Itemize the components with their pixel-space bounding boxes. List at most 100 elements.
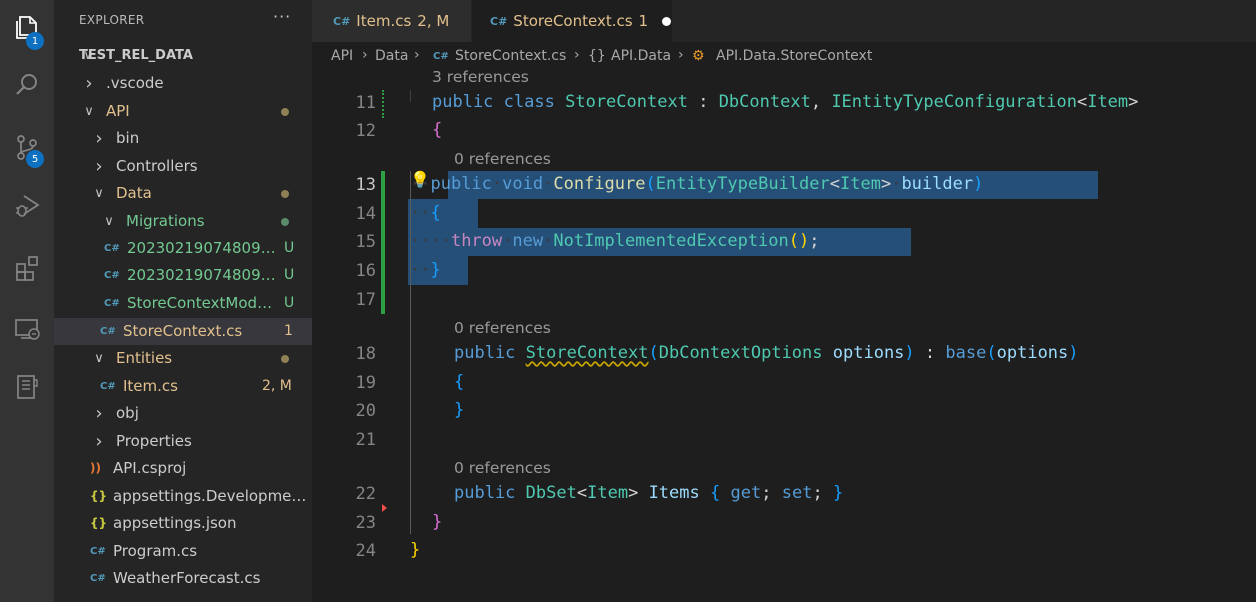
git-status-badge: U (284, 267, 295, 283)
chevron-right-icon: › (574, 47, 580, 63)
chevron-right-icon: › (362, 47, 368, 63)
chevron-right-icon[interactable]: › (92, 125, 106, 152)
chevron-down-icon[interactable]: ∨ (102, 208, 116, 235)
breadcrumb-namespace[interactable]: API.Data (611, 48, 671, 64)
tree-item[interactable]: C# WeatherForecast.cs (54, 565, 312, 592)
code-lens-references[interactable]: 0 references (454, 319, 551, 337)
chevron-down-icon[interactable]: ∨ (92, 180, 106, 207)
tree-item-label: Controllers (116, 157, 198, 175)
tree-item[interactable]: ∨ Migrations (54, 208, 312, 235)
tab-item-cs[interactable]: C# Item.cs 2, M (312, 0, 471, 42)
tree-item[interactable]: C# 20230219074809_I... U (54, 235, 312, 262)
remote-explorer-icon (12, 314, 42, 348)
run-debug-button[interactable] (0, 180, 54, 234)
tree-item[interactable]: ∨ Data (54, 180, 312, 207)
tree-item-label: Entities (116, 349, 173, 367)
tree-item-label: .vscode (106, 74, 164, 92)
breadcrumb-data[interactable]: Data (375, 48, 408, 64)
line-number: 21 (355, 430, 376, 450)
csharp-file-icon: C# (104, 270, 120, 281)
namespace-icon: {} (588, 48, 606, 64)
notebook-button[interactable] (0, 362, 54, 416)
git-status-dot-icon (281, 355, 289, 363)
tree-item[interactable]: › obj (54, 400, 312, 427)
csharp-file-icon: C# (100, 381, 116, 392)
code-editor[interactable]: 3 references 0 references 0 references 0… (312, 70, 1256, 602)
search-button[interactable] (0, 60, 54, 114)
tree-item[interactable]: › .vscode (54, 70, 312, 97)
csharp-file-icon: C# (490, 14, 508, 28)
chevron-down-icon[interactable]: ∨ (82, 98, 96, 125)
tree-item[interactable]: C# Item.cs 2, M (54, 373, 312, 400)
breadcrumb-class[interactable]: API.Data.StoreContext (716, 48, 872, 64)
git-status-badge: 1 (284, 323, 293, 339)
unsaved-dot-icon[interactable] (662, 16, 672, 26)
tree-item[interactable]: {} appsettings.Development.j... (54, 483, 312, 510)
tab-status: 2, M (417, 12, 450, 30)
tree-item[interactable]: C# StoreContext.cs 1 (54, 318, 312, 345)
tree-item-label: bin (116, 129, 140, 147)
code-line-14: ··{ (410, 203, 441, 223)
chevron-right-icon: › (414, 47, 420, 63)
tab-storecontext-cs[interactable]: C# StoreContext.cs 1 (472, 0, 672, 42)
tree-item-label: StoreContext.cs (123, 322, 243, 340)
tree-item[interactable]: C# Program.cs (54, 538, 312, 565)
extensions-button[interactable] (0, 243, 54, 297)
indent-guide (410, 314, 411, 534)
chevron-right-icon[interactable]: › (92, 400, 106, 427)
tab-label: StoreContext.cs (513, 12, 633, 30)
tree-item[interactable]: {} appsettings.json (54, 510, 312, 537)
tab-label: Item.cs (356, 12, 412, 30)
chevron-right-icon[interactable]: › (92, 428, 106, 455)
indent-guide (410, 90, 411, 102)
tree-item-label: obj (116, 404, 139, 422)
line-number: 11 (355, 93, 376, 113)
code-line-18: public StoreContext(DbContextOptions opt… (454, 343, 1079, 363)
code-line-16: ··} (410, 260, 441, 280)
csharp-file-icon: C# (104, 298, 120, 309)
explorer-button[interactable]: 1 (0, 2, 54, 56)
tree-item[interactable]: C# 20230219074809_I... U (54, 262, 312, 289)
tree-item-label: Program.cs (113, 542, 198, 560)
error-marker-icon (382, 504, 387, 512)
explorer-header: EXPLORER ··· (54, 0, 312, 42)
source-control-button[interactable]: 5 (0, 122, 54, 176)
tree-item[interactable]: )) API.csproj (54, 455, 312, 482)
line-number: 18 (355, 344, 376, 364)
code-lens-references[interactable]: 3 references (432, 70, 529, 86)
code-lens-references[interactable]: 0 references (454, 150, 551, 168)
git-status-dot-icon (281, 190, 289, 198)
chevron-down-icon[interactable]: ∨ (92, 345, 106, 372)
git-status-badge: U (284, 240, 295, 256)
tree-item[interactable]: ∨ API (54, 98, 312, 125)
chevron-right-icon[interactable]: › (92, 153, 106, 180)
code-line-12: { (432, 120, 443, 140)
more-actions-button[interactable]: ··· (273, 7, 291, 26)
line-number: 12 (355, 121, 376, 141)
code-lens-references[interactable]: 0 references (454, 459, 551, 477)
breadcrumb-api[interactable]: API (331, 48, 353, 64)
csharp-file-icon: C# (104, 243, 120, 254)
chevron-right-icon: › (678, 47, 684, 63)
breadcrumb-file[interactable]: StoreContext.cs (455, 48, 566, 64)
tree-item[interactable]: › bin (54, 125, 312, 152)
csharp-file-icon: C# (100, 326, 116, 337)
project-file-icon: )) (90, 461, 101, 475)
remote-explorer-button[interactable] (0, 304, 54, 358)
line-number: 22 (355, 484, 376, 504)
modified-gutter-indicator (381, 171, 385, 314)
tree-item[interactable]: ∨ TEST_REL_DATA (54, 42, 312, 69)
explorer-sidebar: EXPLORER ··· ∨ TEST_REL_DATA › .vscode ∨ API ›… (54, 0, 312, 602)
breadcrumb: API › Data › C# StoreContext.cs › {} API… (312, 42, 1256, 70)
tree-item-label: Properties (116, 432, 192, 450)
tab-status: 1 (638, 12, 649, 30)
line-number: 19 (355, 373, 376, 393)
code-line-11: public class StoreContext : DbContext, I… (432, 92, 1139, 112)
tree-item[interactable]: ∨ Entities (54, 345, 312, 372)
tree-item[interactable]: › Properties (54, 428, 312, 455)
tree-item-label: Data (116, 184, 152, 202)
chevron-right-icon[interactable]: › (82, 70, 96, 97)
tree-item-label: appsettings.json (113, 514, 237, 532)
tree-item[interactable]: › Controllers (54, 153, 312, 180)
tree-item[interactable]: C# StoreContextMode... U (54, 290, 312, 317)
